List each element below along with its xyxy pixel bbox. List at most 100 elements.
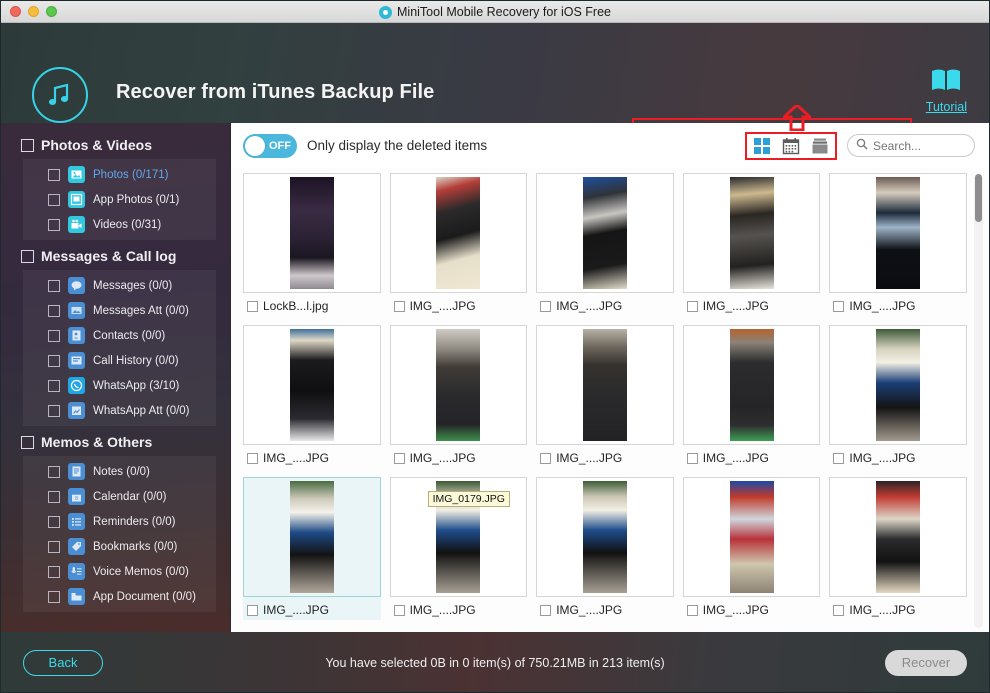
list-item[interactable]: IMG_....JPG xyxy=(682,325,821,468)
sidebar-item-contacts[interactable]: Contacts (0/0) xyxy=(23,323,216,348)
group-checkbox[interactable] xyxy=(21,249,34,263)
list-item[interactable]: IMG_....JPG xyxy=(829,325,967,468)
search-input[interactable] xyxy=(873,138,966,153)
item-checkbox[interactable] xyxy=(540,452,552,464)
item-checkbox[interactable] xyxy=(48,193,60,206)
thumbnail[interactable] xyxy=(682,173,821,293)
vertical-scrollbar[interactable] xyxy=(974,174,983,628)
sidebar-item-voice-memos[interactable]: Voice Memos (0/0) xyxy=(23,559,216,584)
item-checkbox[interactable] xyxy=(48,329,60,342)
sidebar-group-memos-others[interactable]: Memos & Others xyxy=(1,428,230,456)
sidebar-item-bookmarks[interactable]: Bookmarks (0/0) xyxy=(23,534,216,559)
list-item[interactable]: IMG_....JPG xyxy=(829,173,967,316)
thumbnail[interactable] xyxy=(829,325,967,445)
item-checkbox[interactable] xyxy=(48,279,60,292)
thumbnail[interactable] xyxy=(536,173,674,293)
item-checkbox[interactable] xyxy=(48,404,60,417)
list-item[interactable]: IMG_....JPG xyxy=(536,477,674,620)
list-item[interactable]: LockB...l.jpg xyxy=(243,173,381,316)
sidebar-item-app-photos[interactable]: App Photos (0/1) xyxy=(23,187,216,212)
sidebar-item-whatsapp-att[interactable]: WhatsApp Att (0/0) xyxy=(23,398,216,423)
list-item[interactable]: IMG_....JPG xyxy=(536,325,674,468)
item-checkbox[interactable] xyxy=(393,604,405,616)
group-checkbox[interactable] xyxy=(21,435,34,449)
sidebar-item-notes[interactable]: Notes (0/0) xyxy=(23,459,216,484)
thumbnail[interactable] xyxy=(682,325,821,445)
sidebar-item-reminders[interactable]: Reminders (0/0) xyxy=(23,509,216,534)
group-checkbox[interactable] xyxy=(21,138,34,152)
sidebar-group-photos-videos[interactable]: Photos & Videos xyxy=(1,131,230,159)
sidebar-item-messages[interactable]: Messages (0/0) xyxy=(23,273,216,298)
sidebar-item-app-document[interactable]: App Document (0/0) xyxy=(23,584,216,609)
grid-view-icon[interactable] xyxy=(752,136,772,156)
content-toolbar: OFF Only display the deleted items xyxy=(231,123,989,168)
thumbnail[interactable] xyxy=(389,325,528,445)
item-checkbox[interactable] xyxy=(48,168,60,181)
back-button[interactable]: Back xyxy=(23,649,103,676)
list-item[interactable]: IMG_....JPG xyxy=(536,173,674,316)
file-name: IMG_....JPG xyxy=(849,603,916,617)
list-item[interactable]: IMG_....JPG xyxy=(829,477,967,620)
selection-status: You have selected 0B in 0 item(s) of 750… xyxy=(325,655,665,670)
file-name: IMG_....JPG xyxy=(409,451,476,465)
sidebar-item-calendar[interactable]: 8 Calendar (0/0) xyxy=(23,484,216,509)
list-item[interactable]: IMG_....JPG xyxy=(682,477,821,620)
item-checkbox[interactable] xyxy=(247,300,258,312)
item-checkbox[interactable] xyxy=(48,565,60,578)
sidebar-item-photos[interactable]: Photos (0/171) xyxy=(23,162,216,187)
item-checkbox[interactable] xyxy=(540,604,552,616)
sidebar-item-whatsapp[interactable]: WhatsApp (3/10) xyxy=(23,373,216,398)
file-name: IMG_....JPG xyxy=(556,603,623,617)
list-item[interactable]: IMG_....JPG xyxy=(389,325,528,468)
item-checkbox[interactable] xyxy=(48,490,60,503)
item-checkbox[interactable] xyxy=(48,590,60,603)
thumbnail[interactable] xyxy=(829,477,967,597)
thumbnail[interactable] xyxy=(829,173,967,293)
item-checkbox[interactable] xyxy=(48,540,60,553)
thumbnail[interactable] xyxy=(389,173,528,293)
item-checkbox[interactable] xyxy=(686,604,698,616)
item-checkbox[interactable] xyxy=(540,300,552,312)
scrollbar-thumb[interactable] xyxy=(975,174,982,222)
item-checkbox[interactable] xyxy=(833,300,845,312)
sidebar-group-messages-calllog[interactable]: Messages & Call log xyxy=(1,242,230,270)
sidebar-item-call-history[interactable]: Call History (0/0) xyxy=(23,348,216,373)
item-checkbox[interactable] xyxy=(833,604,845,616)
calendar-view-icon[interactable] xyxy=(781,136,801,156)
item-checkbox[interactable] xyxy=(686,452,698,464)
item-checkbox[interactable] xyxy=(393,452,405,464)
sidebar-item-messages-att[interactable]: Messages Att (0/0) xyxy=(23,298,216,323)
window-title: MiniTool Mobile Recovery for iOS Free xyxy=(397,5,611,19)
list-item[interactable]: IMG_0179.JPG IMG_....JPG xyxy=(389,477,528,620)
item-checkbox[interactable] xyxy=(247,452,258,464)
folder-view-icon[interactable] xyxy=(810,136,830,156)
item-checkbox[interactable] xyxy=(48,379,60,392)
list-item[interactable]: IMG_....JPG xyxy=(682,173,821,316)
recover-button[interactable]: Recover xyxy=(885,649,967,676)
application-window: MiniTool Mobile Recovery for iOS Free Re… xyxy=(0,0,990,693)
tutorial-button[interactable]: Tutorial xyxy=(926,67,967,114)
list-item[interactable]: IMG_....JPG xyxy=(243,325,381,468)
item-checkbox[interactable] xyxy=(833,452,845,464)
thumbnail[interactable] xyxy=(536,477,674,597)
item-checkbox[interactable] xyxy=(686,300,698,312)
search-box[interactable] xyxy=(847,134,975,157)
list-item[interactable]: IMG_....JPG xyxy=(389,173,528,316)
thumbnail[interactable] xyxy=(536,325,674,445)
item-checkbox[interactable] xyxy=(48,465,60,478)
thumbnail[interactable] xyxy=(243,173,381,293)
item-checkbox[interactable] xyxy=(48,515,60,528)
thumbnail[interactable] xyxy=(243,325,381,445)
item-checkbox[interactable] xyxy=(48,354,60,367)
sidebar-item-label: Voice Memos (0/0) xyxy=(93,565,189,578)
deleted-items-toggle[interactable]: OFF xyxy=(243,133,297,158)
item-checkbox[interactable] xyxy=(48,304,60,317)
item-checkbox[interactable] xyxy=(48,218,60,231)
sidebar-item-videos[interactable]: Videos (0/31) xyxy=(23,212,216,237)
item-checkbox[interactable] xyxy=(393,300,405,312)
thumbnail[interactable] xyxy=(682,477,821,597)
item-checkbox[interactable] xyxy=(247,604,258,616)
list-item[interactable]: IMG_....JPG xyxy=(243,477,381,620)
thumbnail[interactable] xyxy=(243,477,381,597)
thumbnail[interactable]: IMG_0179.JPG xyxy=(389,477,528,597)
